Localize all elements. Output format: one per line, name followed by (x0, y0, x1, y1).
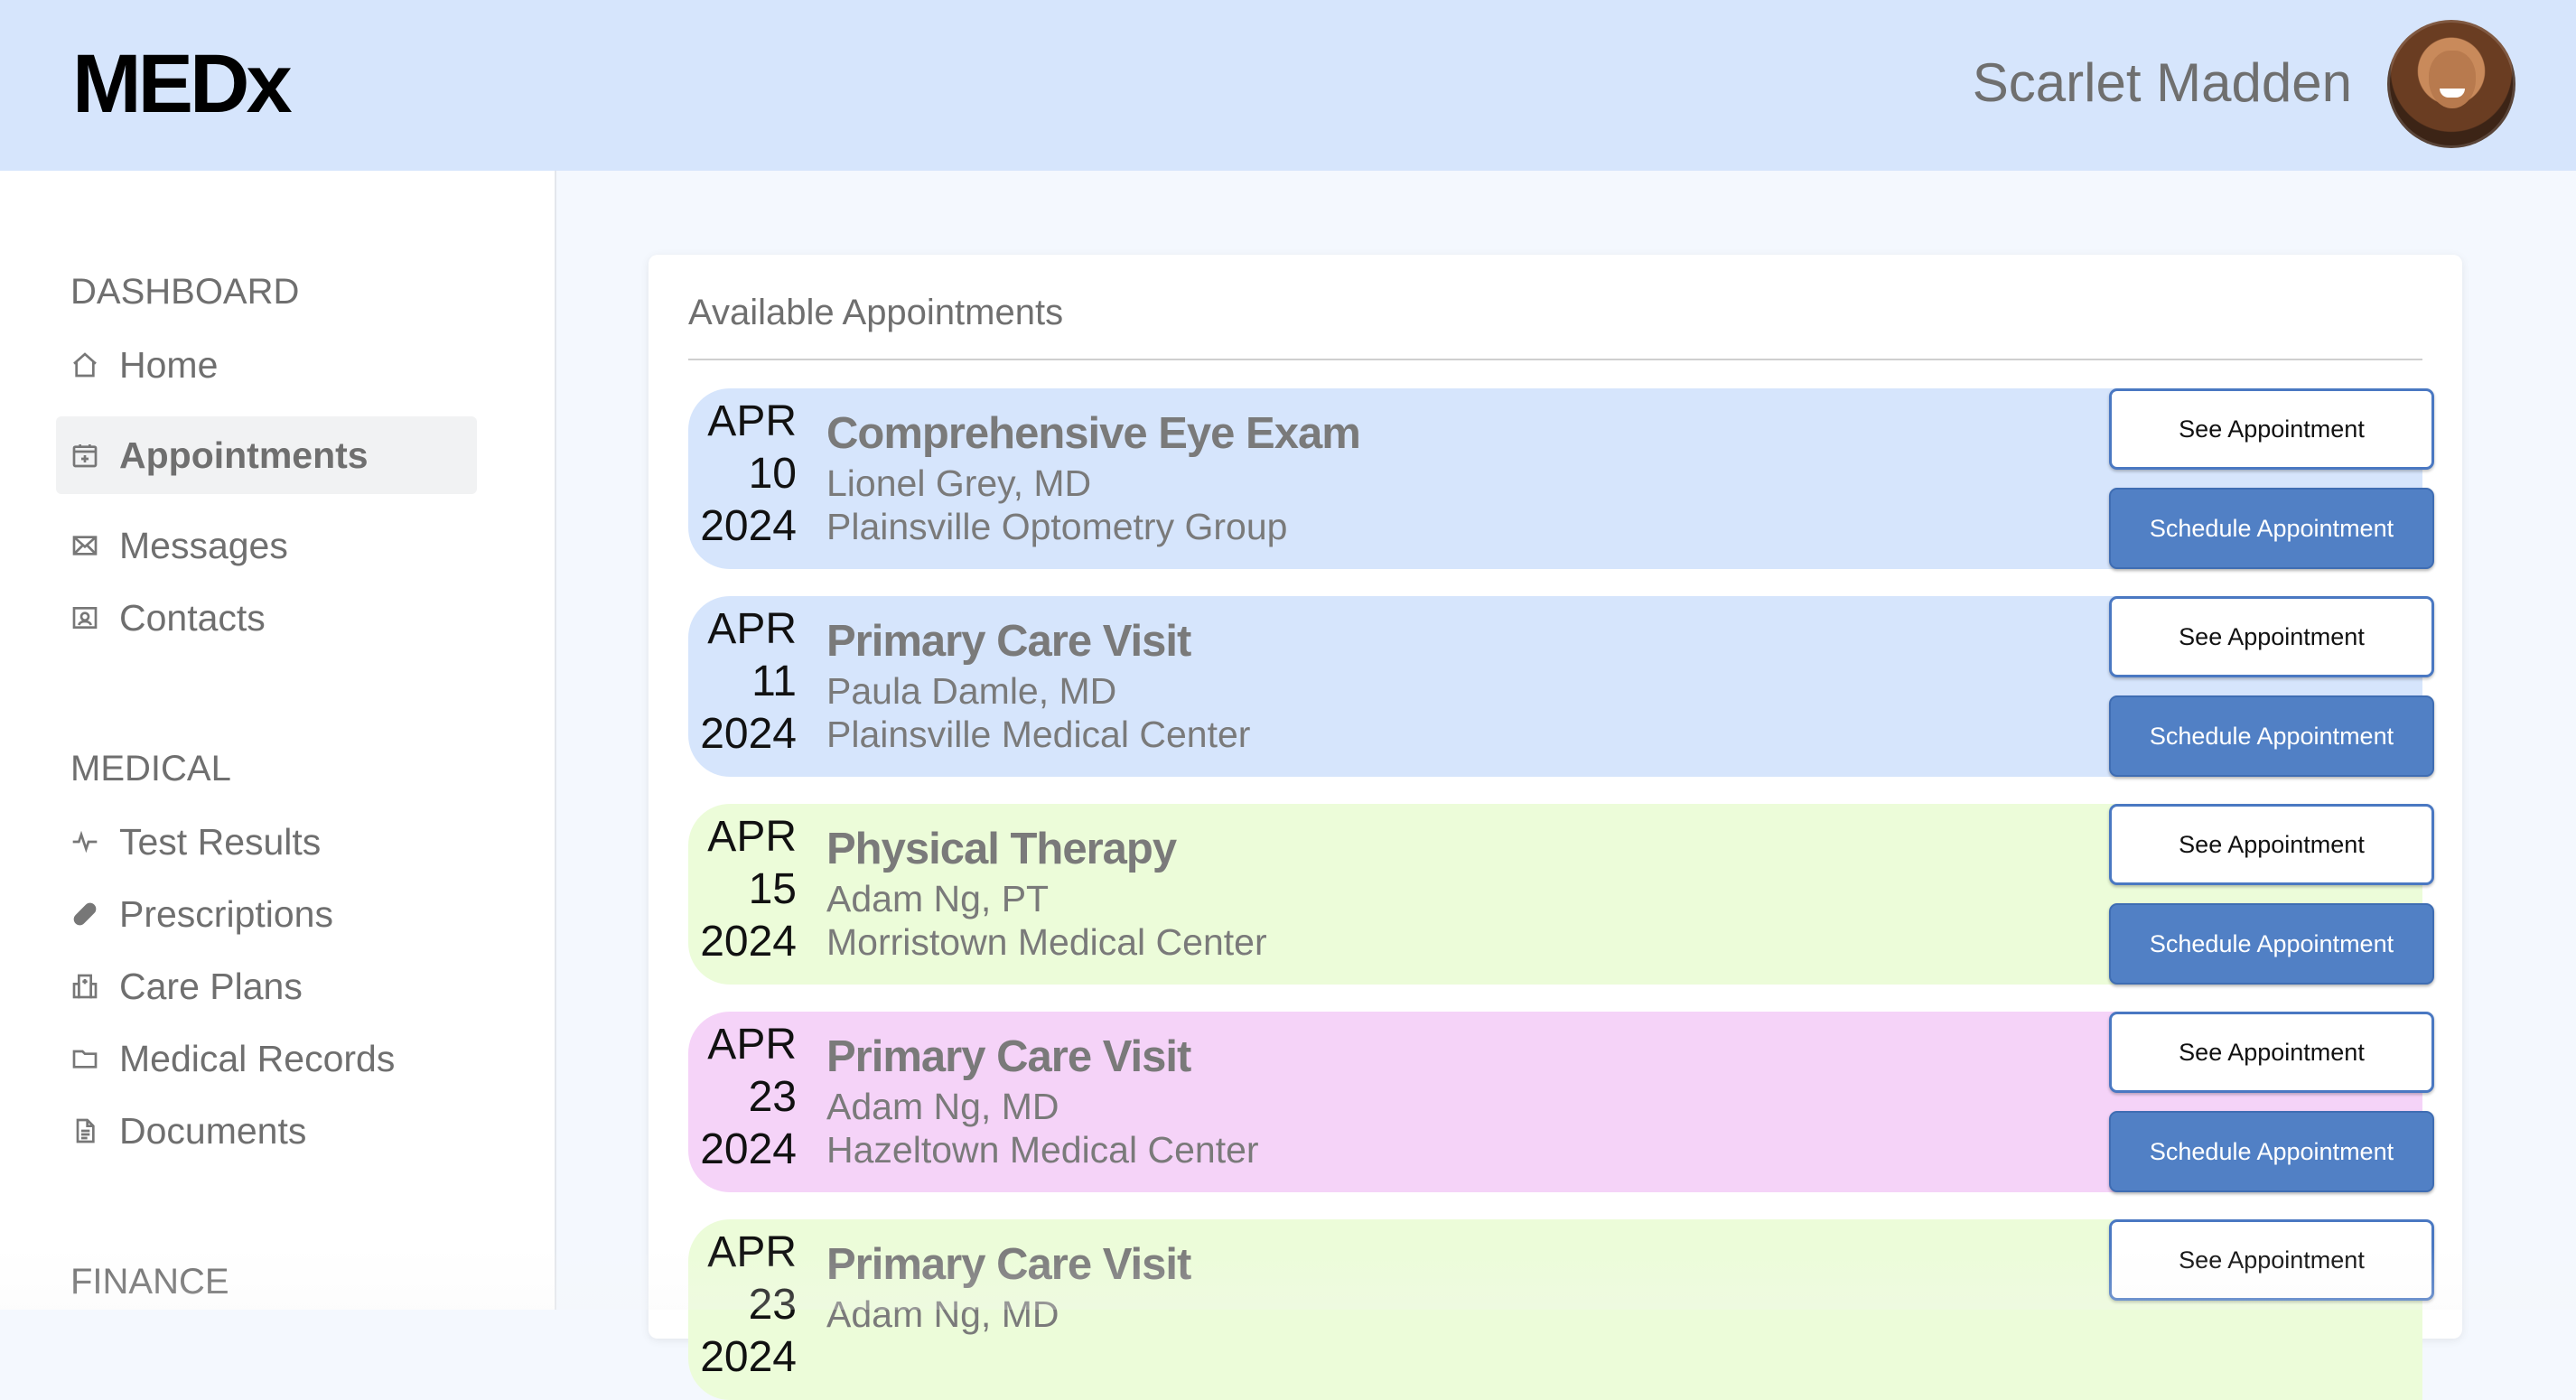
appointment-date: APR 10 2024 (688, 396, 797, 553)
date-month: APR (707, 397, 797, 445)
user-name[interactable]: Scarlet Madden (1973, 51, 2352, 116)
date-day: 11 (751, 658, 797, 705)
sidebar-item-test-results[interactable]: Test Results (56, 803, 477, 881)
envelope-icon (69, 529, 101, 562)
sidebar-item-label: Contacts (119, 596, 266, 639)
appointment-date: APR 11 2024 (688, 603, 797, 761)
date-day: 10 (748, 450, 797, 498)
date-month: APR (707, 605, 797, 653)
folder-icon (69, 1042, 101, 1075)
date-month: APR (707, 1021, 797, 1069)
schedule-appointment-button[interactable]: Schedule Appointment (2109, 488, 2434, 569)
sidebar: DASHBOARD Home Appointments Messages Con… (0, 171, 556, 1310)
sidebar-item-medical-records[interactable]: Medical Records (56, 1020, 477, 1097)
appointment-doctor: Lionel Grey, MD (826, 462, 1092, 504)
see-appointment-button[interactable]: See Appointment (2109, 804, 2434, 885)
appointment-doctor: Adam Ng, MD (826, 1293, 1059, 1335)
sidebar-item-prescriptions[interactable]: Prescriptions (56, 875, 477, 953)
date-year: 2024 (700, 502, 797, 550)
appointment-title: Primary Care Visit (826, 617, 1191, 666)
date-year: 2024 (700, 918, 797, 966)
sidebar-item-label: Appointments (119, 434, 369, 476)
sidebar-section-dashboard: DASHBOARD (70, 272, 300, 312)
appointment-date: APR 23 2024 (688, 1019, 797, 1176)
sidebar-section-medical: MEDICAL (70, 749, 231, 789)
available-appointments-card: Available Appointments APR 10 2024 Compr… (649, 255, 2462, 1400)
sidebar-item-label: Home (119, 343, 219, 386)
app-logo[interactable]: MEDx (72, 34, 293, 134)
sidebar-item-label: Messages (119, 524, 288, 566)
sidebar-item-contacts[interactable]: Contacts (56, 579, 477, 657)
sidebar-item-home[interactable]: Home (56, 326, 477, 404)
calendar-plus-icon (69, 439, 101, 471)
sidebar-item-label: Documents (119, 1109, 307, 1152)
sidebar-item-care-plans[interactable]: Care Plans (56, 947, 477, 1025)
sidebar-item-messages[interactable]: Messages (56, 507, 477, 584)
appointment-location: Hazeltown Medical Center (826, 1129, 1259, 1171)
document-icon (69, 1115, 101, 1147)
appointment-date: APR 15 2024 (688, 811, 797, 968)
pulse-icon (69, 826, 101, 858)
sidebar-section-finance: FINANCE (70, 1262, 229, 1302)
appointment-doctor: Adam Ng, MD (826, 1086, 1059, 1127)
appointment-location: Plainsville Optometry Group (826, 506, 1288, 547)
appointment-location: Morristown Medical Center (826, 921, 1267, 963)
date-year: 2024 (700, 710, 797, 758)
appointment-title: Primary Care Visit (826, 1240, 1191, 1289)
sidebar-item-label: Test Results (119, 820, 322, 863)
sidebar-item-label: Medical Records (119, 1037, 396, 1079)
date-day: 23 (748, 1281, 797, 1329)
sidebar-item-documents[interactable]: Documents (56, 1092, 477, 1170)
user-avatar[interactable] (2387, 20, 2515, 148)
pill-icon (69, 898, 101, 930)
appointment-location: Plainsville Medical Center (826, 714, 1251, 755)
date-month: APR (707, 813, 797, 861)
home-icon (69, 349, 101, 381)
date-day: 23 (748, 1073, 797, 1121)
sidebar-item-label: Prescriptions (119, 892, 333, 935)
appointment-date: APR 23 2024 (688, 1227, 797, 1384)
date-year: 2024 (700, 1125, 797, 1173)
appointment-title: Physical Therapy (826, 825, 1177, 873)
top-header: MEDx Scarlet Madden (0, 0, 2576, 171)
sidebar-item-appointments[interactable]: Appointments (56, 416, 477, 494)
schedule-appointment-button[interactable]: Schedule Appointment (2109, 1111, 2434, 1192)
appointment-title: Comprehensive Eye Exam (826, 409, 1361, 458)
card-title: Available Appointments (688, 293, 1064, 332)
card-divider (688, 359, 2422, 360)
appointment-title: Primary Care Visit (826, 1032, 1191, 1081)
date-year: 2024 (700, 1333, 797, 1381)
schedule-appointment-button[interactable]: Schedule Appointment (2109, 903, 2434, 985)
schedule-appointment-button[interactable]: Schedule Appointment (2109, 695, 2434, 777)
see-appointment-button[interactable]: See Appointment (2109, 388, 2434, 470)
avatar-face (2429, 51, 2476, 108)
date-month: APR (707, 1228, 797, 1276)
see-appointment-button[interactable]: See Appointment (2109, 1012, 2434, 1093)
date-day: 15 (748, 865, 797, 913)
see-appointment-button[interactable]: See Appointment (2109, 596, 2434, 677)
sidebar-item-label: Care Plans (119, 965, 303, 1007)
see-appointment-button[interactable]: See Appointment (2109, 1219, 2434, 1301)
appointment-doctor: Adam Ng, PT (826, 878, 1050, 919)
appointment-doctor: Paula Damle, MD (826, 670, 1117, 712)
contact-card-icon (69, 602, 101, 634)
hospital-icon (69, 970, 101, 1003)
